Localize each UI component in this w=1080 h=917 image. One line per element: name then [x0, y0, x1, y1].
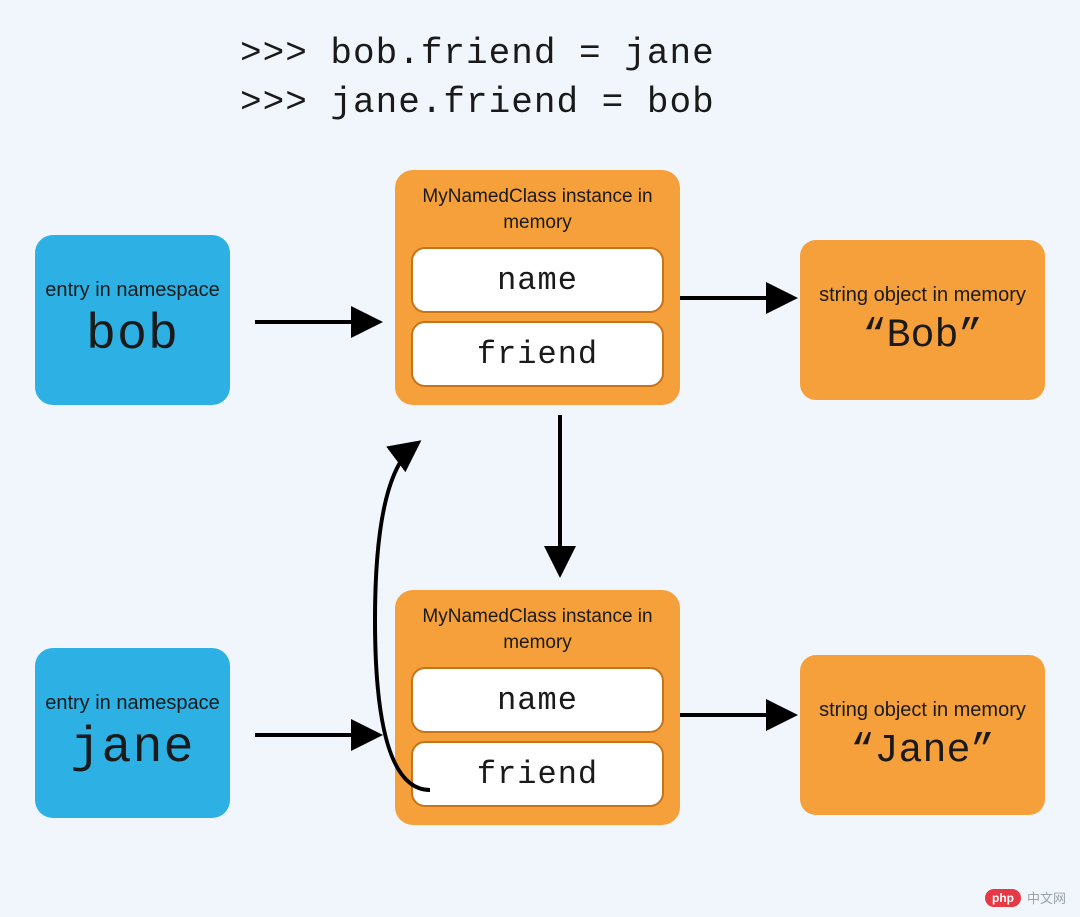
- attr-friend: friend: [411, 741, 664, 807]
- namespace-entry-bob: entry in namespace bob: [35, 235, 230, 405]
- watermark: php 中文网: [985, 888, 1066, 907]
- attr-name: name: [411, 247, 664, 313]
- instance-title: MyNamedClass instance in memory: [411, 604, 664, 655]
- attr-friend: friend: [411, 321, 664, 387]
- instance-jane: MyNamedClass instance in memory name fri…: [395, 590, 680, 825]
- watermark-text: 中文网: [1027, 888, 1066, 907]
- string-value-bob: “Bob”: [862, 314, 982, 359]
- namespace-label: entry in namespace: [45, 277, 220, 303]
- namespace-label: entry in namespace: [45, 690, 220, 716]
- var-bob: bob: [86, 307, 179, 364]
- instance-title: MyNamedClass instance in memory: [411, 184, 664, 235]
- string-jane: string object in memory “Jane”: [800, 655, 1045, 815]
- string-label: string object in memory: [819, 282, 1026, 308]
- code-snippet: >>> bob.friend = jane >>> jane.friend = …: [240, 30, 715, 127]
- attr-name: name: [411, 667, 664, 733]
- string-label: string object in memory: [819, 697, 1026, 723]
- string-bob: string object in memory “Bob”: [800, 240, 1045, 400]
- watermark-badge: php: [985, 889, 1021, 907]
- var-jane: jane: [70, 720, 194, 777]
- code-line-2: >>> jane.friend = bob: [240, 79, 715, 128]
- namespace-entry-jane: entry in namespace jane: [35, 648, 230, 818]
- instance-bob: MyNamedClass instance in memory name fri…: [395, 170, 680, 405]
- string-value-jane: “Jane”: [850, 729, 994, 774]
- code-line-1: >>> bob.friend = jane: [240, 30, 715, 79]
